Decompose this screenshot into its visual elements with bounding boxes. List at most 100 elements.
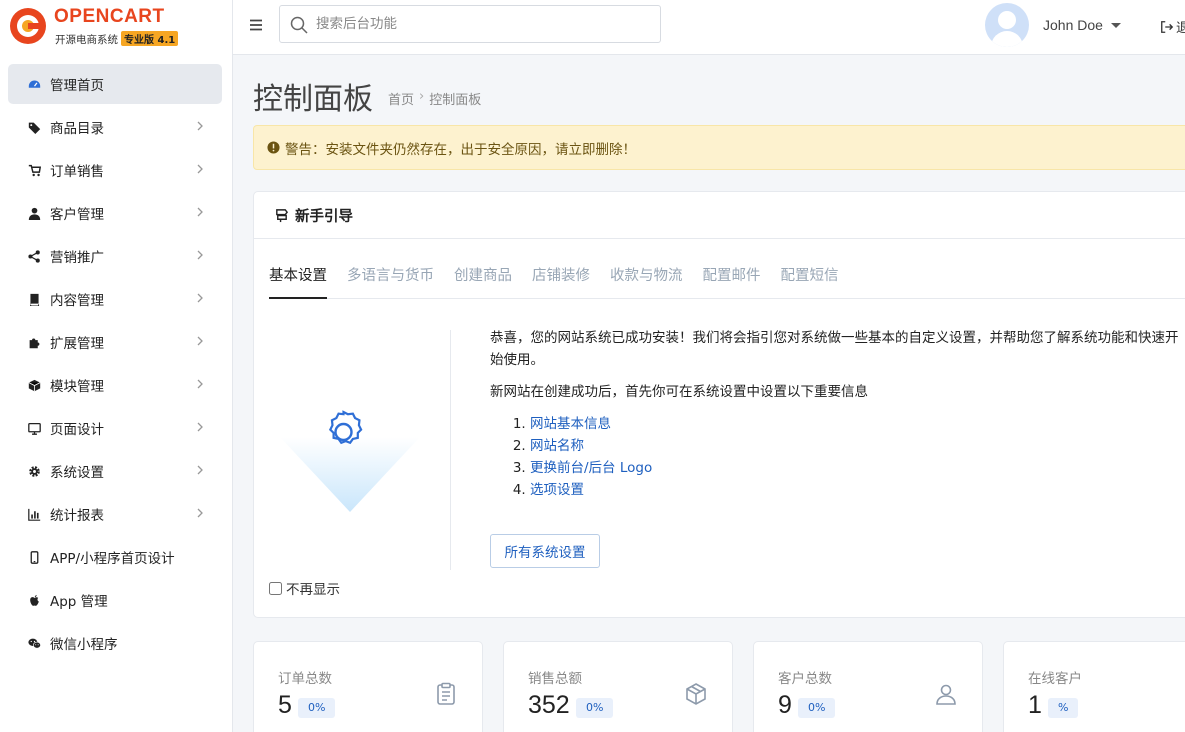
chevron-right-icon [197,379,203,389]
breadcrumb-separator: › [419,89,425,104]
sidebar-item-label: 系统设置 [50,465,104,481]
clipboard-icon [437,682,455,705]
tab-language-currency[interactable]: 多语言与货币 [347,254,444,299]
link-site-name[interactable]: 网站名称 [530,438,584,454]
chevron-right-icon [197,121,203,131]
page-title: 控制面板 [253,82,373,117]
sidebar-item-modules[interactable]: 模块管理 [8,365,222,405]
sidebar-item-label: 客户管理 [50,207,104,223]
sidebar-item-label: 管理首页 [50,78,104,94]
dont-show-label: 不再显示 [286,582,340,598]
chevron-right-icon [197,207,203,217]
user-icon [27,206,41,220]
signpost-icon [276,208,289,222]
sidebar-item-reports[interactable]: 统计报表 [8,494,222,534]
tab-create-product[interactable]: 创建商品 [454,254,522,299]
stat-card-orders: 订单总数 5 0% [253,641,483,732]
logout-label: 退 [1176,21,1185,36]
vertical-divider [450,330,451,570]
dont-show-again[interactable]: 不再显示 [269,578,340,598]
sidebar-item-content[interactable]: 内容管理 [8,279,222,319]
all-settings-button[interactable]: 所有系统设置 [490,534,600,568]
sidebar-item-app-manage[interactable]: App 管理 [8,580,222,620]
sidebar-item-dashboard[interactable]: 管理首页 [8,64,222,104]
stat-card-online: 在线客户 1 % [1003,641,1185,732]
gear-icon [27,464,41,478]
dont-show-checkbox[interactable] [269,581,282,595]
settings-illustration [280,410,420,512]
stat-label: 销售总额 [528,671,582,687]
guide-title: 新手引导 [295,208,353,225]
breadcrumb-current[interactable]: 控制面板 [429,89,481,108]
sidebar-item-label: 扩展管理 [50,336,104,352]
wechat-icon [27,636,41,650]
tab-mail-config[interactable]: 配置邮件 [703,254,771,299]
caret-down-icon [1110,22,1121,28]
sidebar-nav: 管理首页 商品目录 订单销售 客户管理 营销推广 内容管理 扩展管理 模块管理 … [8,64,222,666]
sidebar-item-customers[interactable]: 客户管理 [8,193,222,233]
chevron-right-icon [197,336,203,346]
sidebar-item-label: 内容管理 [50,293,104,309]
sidebar-item-wechat[interactable]: 微信小程序 [8,623,222,663]
link-change-logo[interactable]: 更换前台/后台 Logo [530,460,652,476]
sidebar-item-design[interactable]: 页面设计 [8,408,222,448]
warning-alert: 警告：安装文件夹仍然存在，出于安全原因，请立即删除！ [253,125,1185,170]
sidebar-item-marketing[interactable]: 营销推广 [8,236,222,276]
logo[interactable]: OPENCART 开源电商系统 专业版 4.1 [8,4,208,48]
guide-intro: 恭喜，您的网站系统已成功安装！我们将会指引您对系统做一些基本的自定义设置，并帮助… [490,330,1179,368]
sidebar-item-label: APP/小程序首页设计 [50,551,175,567]
chevron-right-icon [197,293,203,303]
tab-sms-config[interactable]: 配置短信 [781,254,849,299]
list-item: 网站名称 [530,435,1185,457]
guide-content: 恭喜，您的网站系统已成功安装！我们将会指引您对系统做一些基本的自定义设置，并帮助… [490,327,1185,501]
guide-tabs: 基本设置 多语言与货币 创建商品 店铺装修 收款与物流 配置邮件 配置短信 [269,254,1185,299]
search-icon [290,16,308,34]
stat-value: 9 [778,691,792,719]
sidebar-item-label: 页面设计 [50,422,104,438]
stat-card-sales: 销售总额 352 0% [503,641,733,732]
sidebar-item-label: 订单销售 [50,164,104,180]
link-site-basic-info[interactable]: 网站基本信息 [530,416,611,432]
top-header: John Doe 退 [233,0,1185,55]
sidebar-item-extensions[interactable]: 扩展管理 [8,322,222,362]
apple-icon [27,593,41,607]
opencart-logo-icon [10,8,46,44]
stat-percent-badge: 0% [298,698,336,718]
search-input[interactable] [316,6,656,42]
monitor-icon [27,421,41,435]
box-icon [686,683,706,705]
logo-tagline: 开源电商系统 专业版 4.1 [55,31,179,47]
breadcrumb-home[interactable]: 首页 [388,89,414,108]
sidebar-item-app-design[interactable]: APP/小程序首页设计 [8,537,222,577]
exclamation-circle-icon [267,141,280,154]
sidebar-item-catalog[interactable]: 商品目录 [8,107,222,147]
sidebar-item-label: 模块管理 [50,379,104,395]
user-outline-icon [936,684,956,705]
beginner-guide-card: 新手引导 基本设置 多语言与货币 创建商品 店铺装修 收款与物流 配置邮件 配置… [253,191,1185,618]
tab-store-design[interactable]: 店铺装修 [532,254,600,299]
tab-payment-shipping[interactable]: 收款与物流 [610,254,693,299]
sidebar-item-orders[interactable]: 订单销售 [8,150,222,190]
stat-label: 客户总数 [778,671,832,687]
sidebar-item-label: 商品目录 [50,121,104,137]
logo-brand: OPENCART [54,6,165,27]
hamburger-menu-icon[interactable] [248,17,264,33]
list-item: 更换前台/后台 Logo [530,457,1185,479]
stat-label: 在线客户 [1028,671,1082,687]
sidebar-item-label: 微信小程序 [50,637,118,653]
user-menu[interactable]: John Doe [985,3,1121,47]
sidebar-item-label: 营销推广 [50,250,104,266]
main-content: 控制面板 首页 › 控制面板 警告：安装文件夹仍然存在，出于安全原因，请立即删除… [233,55,1185,732]
logout-button[interactable]: 退 [1160,17,1185,36]
stat-percent-badge: % [1048,698,1079,718]
cart-icon [27,163,41,177]
breadcrumb: 首页 › 控制面板 [388,89,481,108]
sidebar-item-settings[interactable]: 系统设置 [8,451,222,491]
stat-label: 订单总数 [278,671,332,687]
avatar [985,3,1029,47]
tab-basic-settings[interactable]: 基本设置 [269,254,327,299]
logout-icon [1161,20,1174,33]
guide-subtitle: 新网站在创建成功后，首先你可在系统设置中设置以下重要信息 [490,384,868,400]
chevron-right-icon [197,508,203,518]
link-option-settings[interactable]: 选项设置 [530,482,584,498]
